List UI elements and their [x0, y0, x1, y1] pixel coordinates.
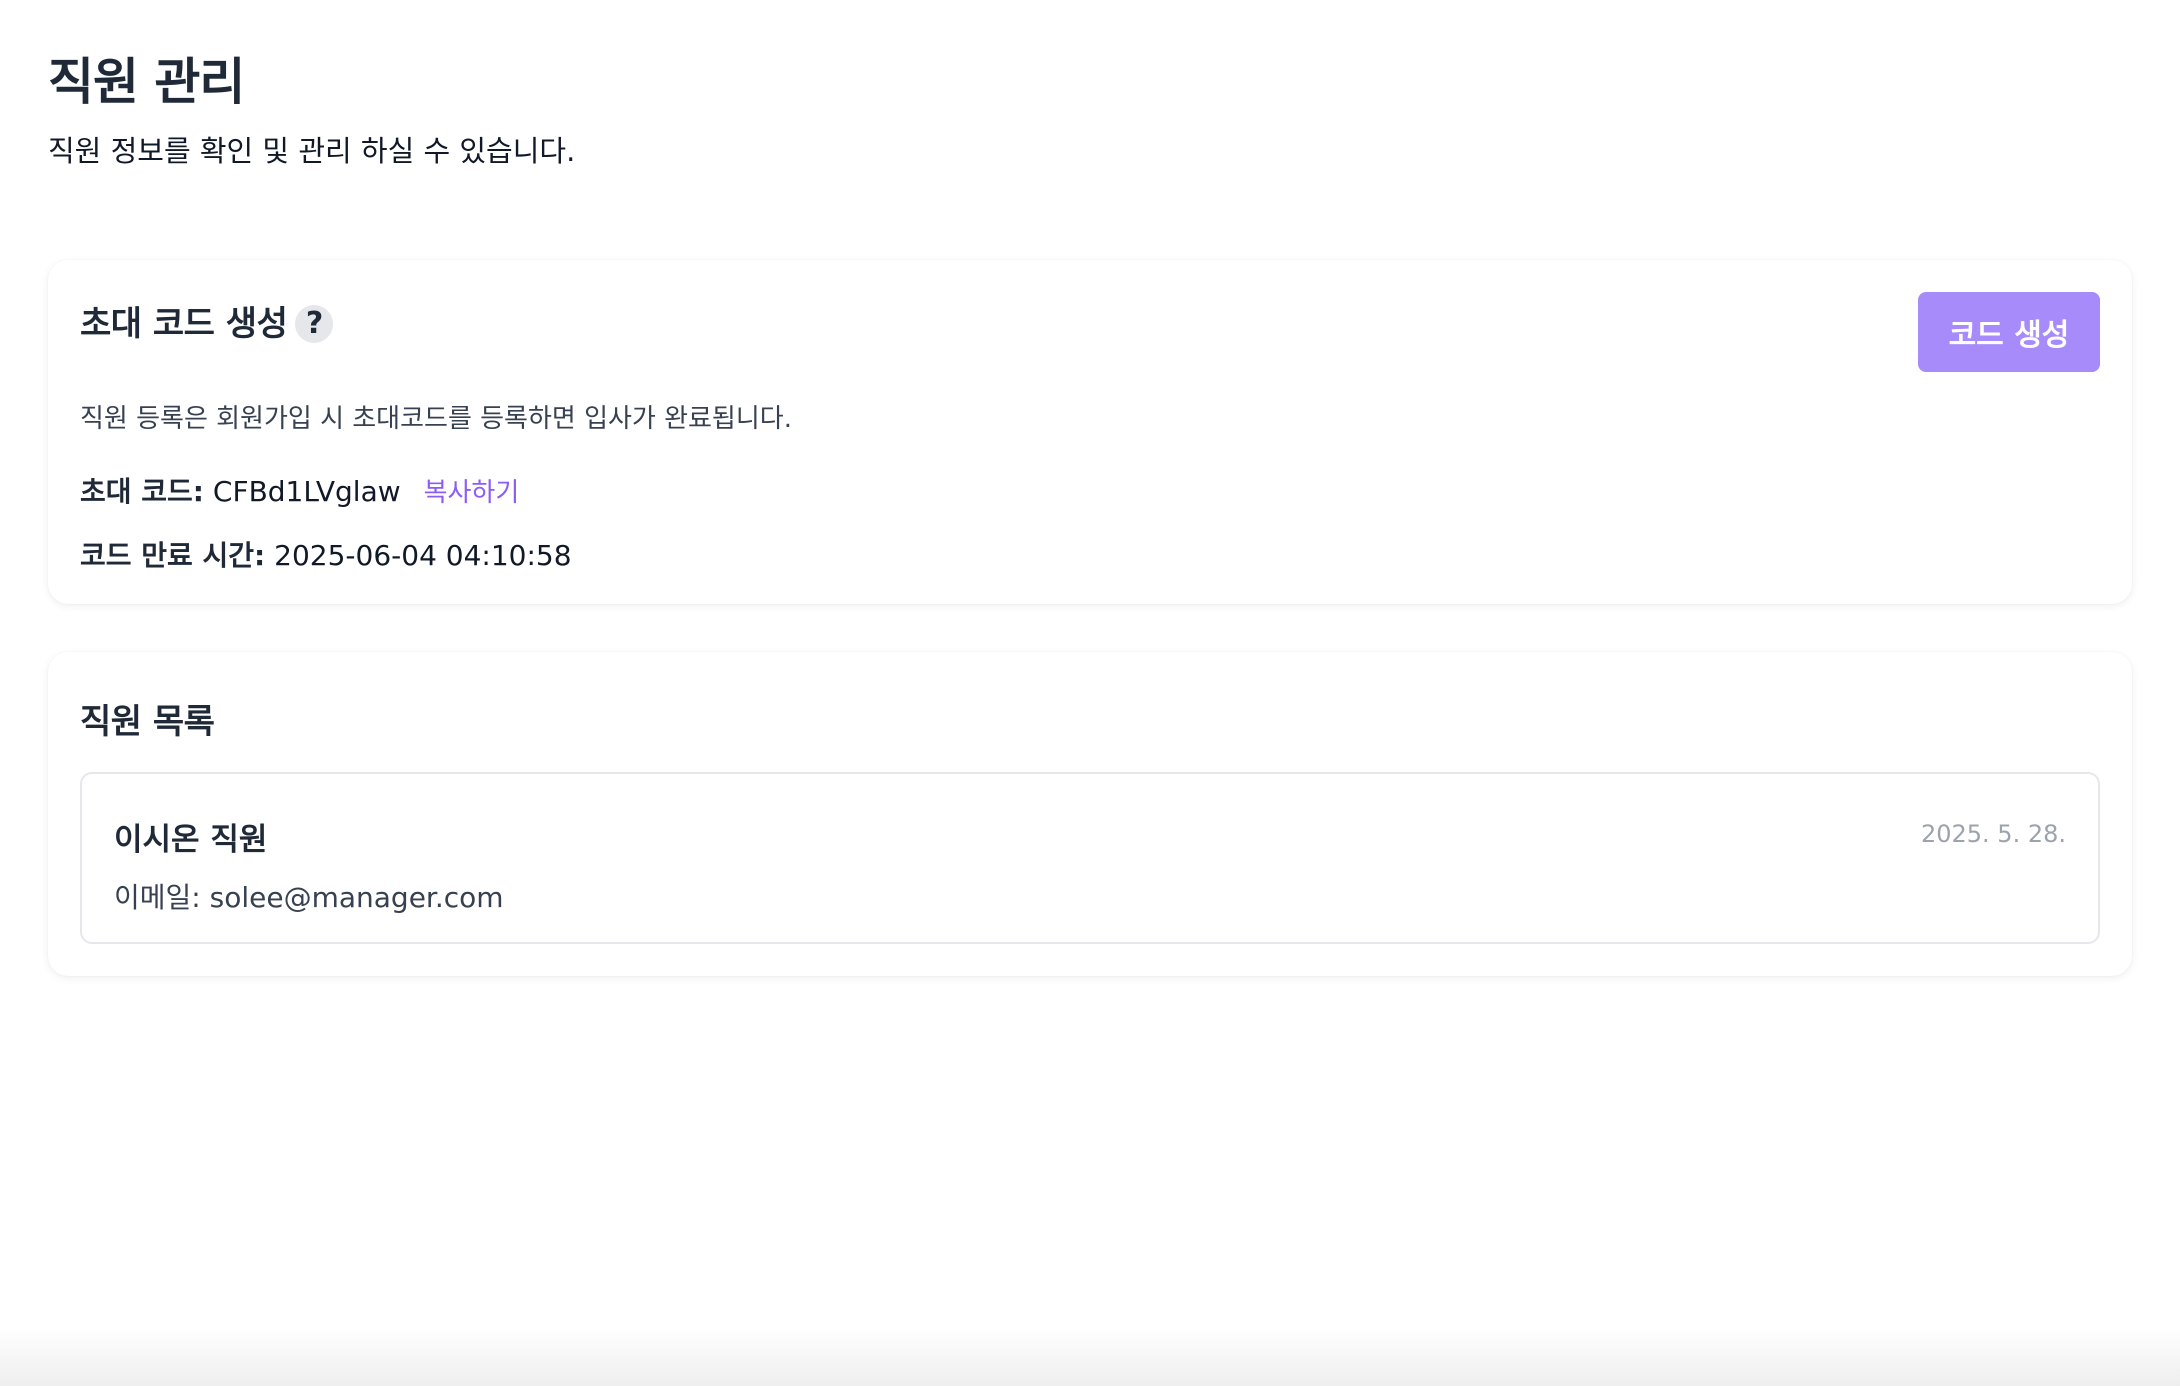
bottom-shadow — [0, 1326, 2180, 1386]
staff-email-label: 이메일: — [114, 881, 201, 914]
staff-list-card: 직원 목록 이시온 직원 2025. 5. 28. 이메일: solee@man… — [48, 652, 2132, 976]
generate-code-button[interactable]: 코드 생성 — [1918, 292, 2100, 372]
invite-description: 직원 등록은 회원가입 시 초대코드를 등록하면 입사가 완료됩니다. — [80, 404, 792, 434]
invite-code-row: 초대 코드: CFBd1LVglaw 복사하기 — [80, 470, 519, 510]
staff-list-item[interactable]: 이시온 직원 2025. 5. 28. 이메일: solee@manager.c… — [80, 772, 2100, 944]
staff-joined-date: 2025. 5. 28. — [1920, 820, 2066, 848]
staff-email-value: solee@manager.com — [209, 881, 504, 914]
staff-email-row: 이메일: solee@manager.com — [114, 876, 504, 916]
expire-time-row: 코드 만료 시간: 2025-06-04 04:10:58 — [80, 534, 572, 574]
expire-time-label: 코드 만료 시간: — [80, 539, 266, 572]
staff-list-title: 직원 목록 — [80, 702, 215, 742]
page-subtitle: 직원 정보를 확인 및 관리 하실 수 있습니다. — [48, 134, 576, 168]
page-title: 직원 관리 — [48, 53, 245, 111]
invite-code-label: 초대 코드: — [80, 475, 204, 508]
invite-code-card: 초대 코드 생성? 코드 생성 직원 등록은 회원가입 시 초대코드를 등록하면… — [48, 260, 2132, 604]
invite-card-title: 초대 코드 생성? — [80, 296, 334, 345]
expire-time-value: 2025-06-04 04:10:58 — [274, 539, 572, 572]
copy-code-link[interactable]: 복사하기 — [424, 478, 520, 508]
staff-name: 이시온 직원 — [114, 822, 268, 858]
invite-card-title-text: 초대 코드 생성 — [80, 304, 288, 344]
invite-code-value: CFBd1LVglaw — [212, 475, 401, 508]
question-icon[interactable]: ? — [295, 305, 334, 343]
